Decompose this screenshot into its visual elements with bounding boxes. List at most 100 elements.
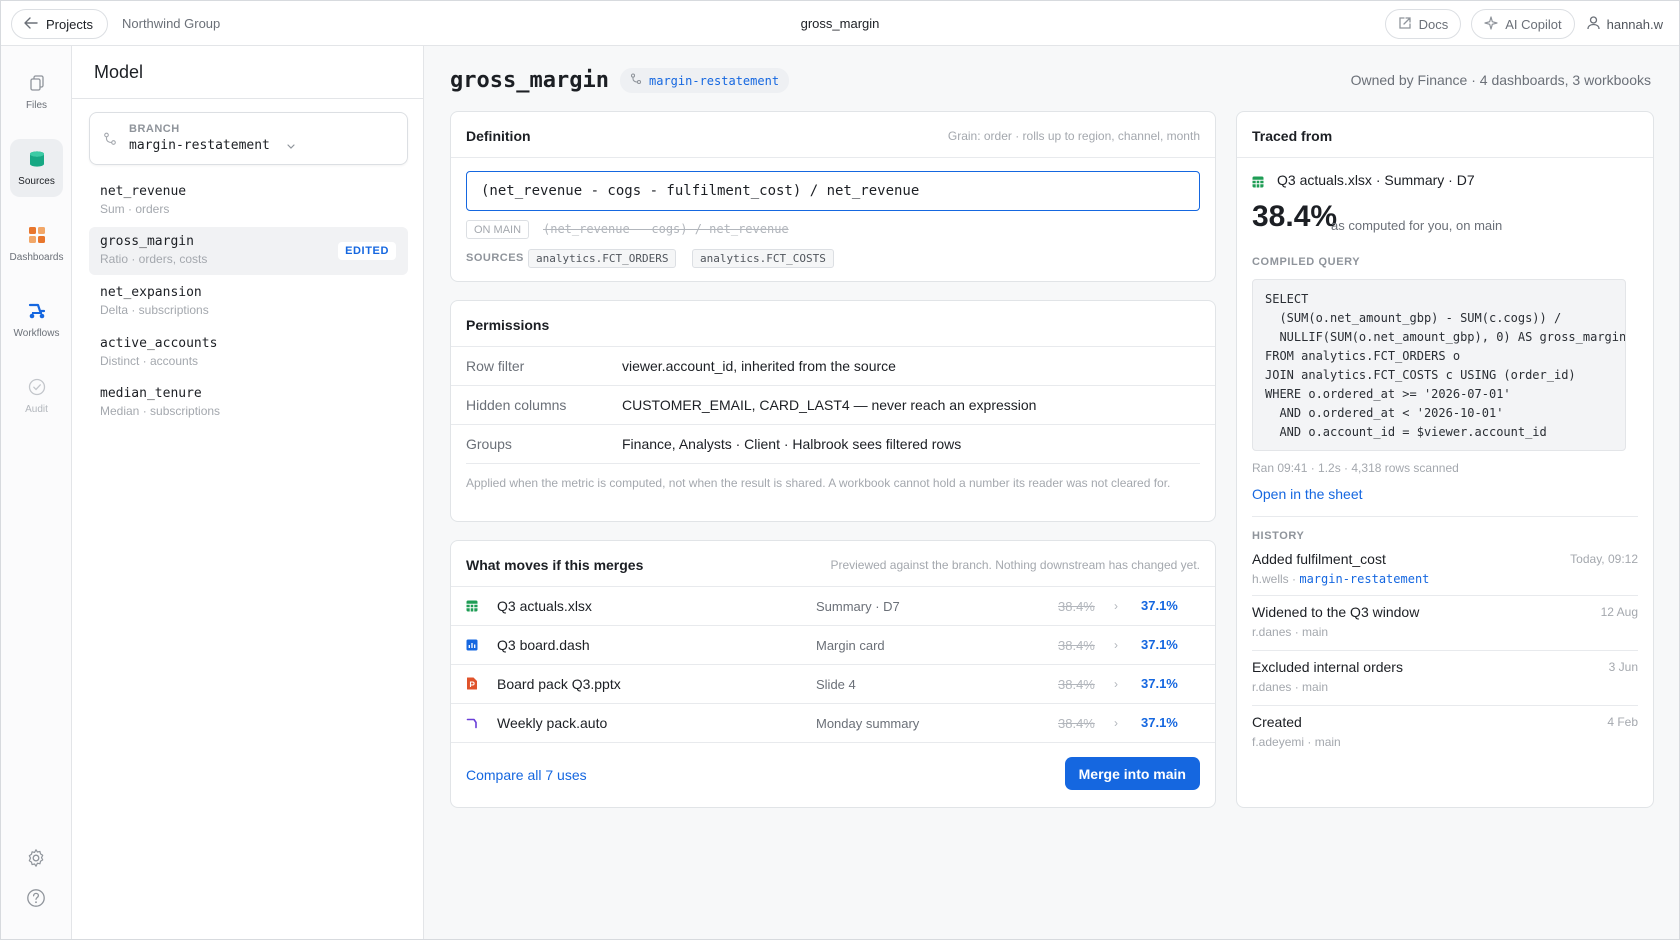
permissions-note: Applied when the metric is computed, not… xyxy=(466,463,1200,493)
impact-location: Monday summary xyxy=(816,716,920,731)
branch-selector[interactable]: BRANCH margin-restatement xyxy=(89,112,408,165)
impact-row[interactable]: Q3 board.dash Margin card 38.4% › 37.1% xyxy=(451,625,1215,664)
rail-item-files[interactable]: Files xyxy=(10,63,63,121)
compiled-query[interactable]: SELECT (SUM(o.net_amount_gbp) - SUM(c.co… xyxy=(1252,279,1626,451)
impact-row[interactable]: Board pack Q3.pptx Slide 4 38.4% › 37.1% xyxy=(451,664,1215,703)
metric-name: median_tenure xyxy=(100,386,202,401)
owner-info: Owned by Finance · 4 dashboards, 3 workb… xyxy=(1350,72,1651,88)
model-panel: Model BRANCH margin-restatement net_reve… xyxy=(72,46,424,939)
permission-value: CUSTOMER_EMAIL, CARD_LAST4 — never reach… xyxy=(622,397,1037,413)
chevron-right-icon: › xyxy=(1114,599,1118,613)
ai-copilot-button[interactable]: AI Copilot xyxy=(1471,9,1575,39)
definition-card: Definition Grain: order · rolls up to re… xyxy=(450,111,1216,282)
metric-item-gross-margin[interactable]: gross_margin Ratio · orders, costs EDITE… xyxy=(89,227,408,275)
impact-row[interactable]: Weekly pack.auto Monday summary 38.4% › … xyxy=(451,703,1215,742)
user-menu[interactable]: hannah.w xyxy=(1585,15,1665,33)
rail-item-dashboards[interactable]: Dashboards xyxy=(10,215,63,273)
settings-button[interactable] xyxy=(24,847,48,871)
history-title: Created xyxy=(1252,714,1302,730)
traced-from-title: Traced from xyxy=(1252,128,1333,144)
permission-row-hidden-columns: Hidden columns CUSTOMER_EMAIL, CARD_LAST… xyxy=(451,385,1215,424)
metric-item-net-revenue[interactable]: net_revenue Sum · orders xyxy=(89,177,408,225)
rail-label-sources: Sources xyxy=(18,175,55,187)
permission-value: Finance, Analysts · Client · Halbrook se… xyxy=(622,436,962,452)
history-entry[interactable]: Excluded internal orders r.danes · main … xyxy=(1237,652,1653,707)
branch-chip[interactable]: margin-restatement xyxy=(620,68,790,93)
merge-into-main-button[interactable]: Merge into main xyxy=(1064,757,1200,790)
chevron-right-icon: › xyxy=(1114,677,1118,691)
impact-row[interactable]: Q3 actuals.xlsx Summary · D7 38.4% › 37.… xyxy=(451,586,1215,625)
formula-input[interactable]: (net_revenue - cogs - fulfilment_cost) /… xyxy=(466,171,1200,211)
history-title: Added fulfilment_cost xyxy=(1252,551,1386,567)
top-bar: Projects Northwind Group gross_margin Do… xyxy=(1,1,1679,46)
help-button[interactable] xyxy=(24,887,48,911)
rail-item-sources[interactable]: Sources xyxy=(10,139,63,197)
permissions-title: Permissions xyxy=(466,317,550,333)
metric-name: active_accounts xyxy=(100,336,218,351)
edited-badge: EDITED xyxy=(338,242,396,260)
chevron-right-icon: › xyxy=(1114,716,1118,730)
impact-new-value: 37.1% xyxy=(1141,715,1178,730)
metric-item-median-tenure[interactable]: median_tenure Median · subscriptions xyxy=(89,379,408,427)
metric-item-active-accounts[interactable]: active_accounts Distinct · accounts xyxy=(89,329,408,377)
permission-key: Groups xyxy=(466,436,512,452)
branch-chip-label: margin-restatement xyxy=(649,73,780,88)
app-window: Projects Northwind Group gross_margin Do… xyxy=(0,0,1680,940)
on-main-formula: (net_revenue - cogs) / net_revenue xyxy=(543,222,789,236)
rail-item-workflows[interactable]: Workflows xyxy=(10,291,63,349)
permission-key: Hidden columns xyxy=(466,397,567,413)
metric-description: Distinct · accounts xyxy=(100,354,199,368)
grain-note: Grain: order · rolls up to region, chann… xyxy=(947,129,1200,143)
metric-description: Sum · orders xyxy=(100,202,170,216)
source-tag-orders[interactable]: analytics.FCT_ORDERS xyxy=(528,249,677,268)
impact-location: Summary · D7 xyxy=(816,599,900,614)
impact-new-value: 37.1% xyxy=(1141,676,1178,691)
computed-value-caption: as computed for you, on main xyxy=(1331,218,1503,233)
impact-new-value: 37.1% xyxy=(1141,598,1178,613)
permissions-card: Permissions Row filter viewer.account_id… xyxy=(450,300,1216,522)
permission-key: Row filter xyxy=(466,358,525,374)
impact-name: Q3 actuals.xlsx xyxy=(497,598,592,614)
docs-button[interactable]: Docs xyxy=(1384,9,1462,39)
breadcrumb-org[interactable]: Northwind Group xyxy=(122,16,220,31)
history-date: 12 Aug xyxy=(1600,605,1638,619)
open-in-sheet-link[interactable]: Open in the sheet xyxy=(1252,486,1363,502)
external-link-icon xyxy=(1398,16,1412,33)
rail-label-audit: Audit xyxy=(25,403,48,415)
merge-impact-note: Previewed against the branch. Nothing do… xyxy=(830,558,1200,572)
traced-source[interactable]: Q3 actuals.xlsx · Summary · D7 xyxy=(1277,172,1475,188)
rail-item-audit[interactable]: Audit xyxy=(10,367,63,425)
rail-label-dashboards: Dashboards xyxy=(9,251,64,263)
history-entry[interactable]: Added fulfilment_cost h.wells · margin-r… xyxy=(1237,544,1653,599)
history-title: Widened to the Q3 window xyxy=(1252,604,1420,620)
impact-name: Weekly pack.auto xyxy=(497,715,608,731)
source-tag-costs[interactable]: analytics.FCT_COSTS xyxy=(692,249,834,268)
permission-row-row-filter: Row filter viewer.account_id, inherited … xyxy=(451,346,1215,385)
ai-copilot-label: AI Copilot xyxy=(1505,16,1562,32)
branch-icon xyxy=(103,132,117,149)
impact-old-value: 38.4% xyxy=(1058,716,1095,731)
main-content: gross_margin margin-restatement Owned by… xyxy=(424,46,1679,939)
chevron-down-icon xyxy=(286,137,296,153)
user-icon xyxy=(1586,15,1600,33)
history-entry[interactable]: Created f.adeyemi · main 4 Feb xyxy=(1237,707,1653,762)
run-info: Ran 09:41 · 1.2s · 4,318 rows scanned xyxy=(1252,461,1459,475)
rail-label-workflows: Workflows xyxy=(13,327,60,339)
merge-impact-card: What moves if this merges Previewed agai… xyxy=(450,540,1216,808)
history-author: f.adeyemi xyxy=(1252,735,1305,749)
history-date: Today, 09:12 xyxy=(1570,552,1638,566)
history-entry[interactable]: Widened to the Q3 window r.danes · main … xyxy=(1237,597,1653,652)
history-author: r.danes xyxy=(1252,625,1292,639)
compare-all-uses-link[interactable]: Compare all 7 uses xyxy=(466,767,587,783)
metric-name: net_revenue xyxy=(100,184,187,199)
workflow-icon xyxy=(466,716,478,730)
branch-label: BRANCH xyxy=(129,123,180,135)
gear-icon xyxy=(26,848,46,871)
history-label: HISTORY xyxy=(1252,530,1305,542)
metric-description: Median · subscriptions xyxy=(100,404,221,418)
permission-value: viewer.account_id, inherited from the so… xyxy=(622,358,896,374)
back-to-projects-button[interactable]: Projects xyxy=(11,9,108,39)
help-icon xyxy=(26,888,46,911)
metric-item-net-expansion[interactable]: net_expansion Delta · subscriptions xyxy=(89,278,408,326)
nav-rail: Files Sources Dashboards Workflows Audit xyxy=(1,46,72,939)
